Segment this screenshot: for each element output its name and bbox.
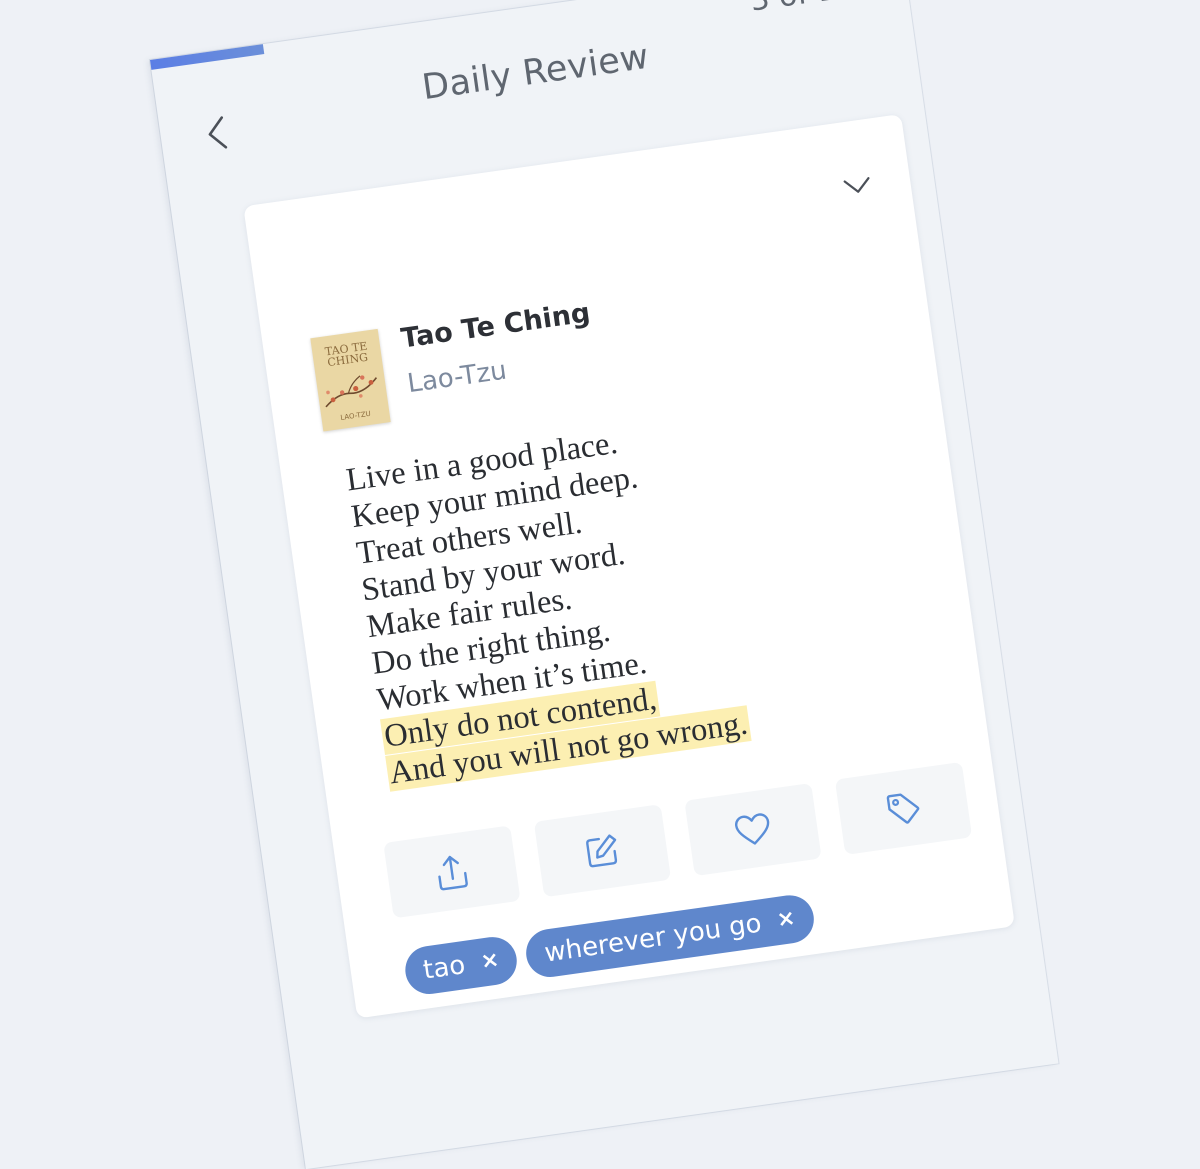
chevron-down-icon — [843, 177, 870, 193]
remove-tag-button[interactable]: × — [775, 906, 797, 933]
collapse-button[interactable] — [839, 171, 876, 201]
tag-chip[interactable]: wherever you go × — [523, 892, 817, 981]
favorite-button[interactable] — [684, 783, 822, 877]
book-title[interactable]: Tao Te Ching — [399, 297, 592, 354]
book-cover: TAO TE CHING LAO-TZU — [310, 328, 391, 432]
tag-icon — [886, 793, 920, 824]
tag-label: tao — [421, 950, 468, 986]
review-screen: Daily Review 3 of 13 TAO TE CHING LAO-TZ… — [150, 0, 1059, 1169]
share-icon — [438, 855, 468, 891]
heart-icon — [735, 813, 770, 845]
highlight-text: Live in a good place. Keep your mind deep… — [344, 385, 945, 793]
edit-button[interactable] — [533, 804, 672, 898]
share-button[interactable] — [383, 825, 521, 919]
progress-fill — [150, 44, 265, 70]
book-author[interactable]: Lao-Tzu — [406, 356, 509, 400]
action-bar — [383, 761, 973, 919]
highlight-card: TAO TE CHING LAO-TZU Tao Te Ching Lao-Tz… — [243, 114, 1015, 1019]
tag-chip[interactable]: tao × — [402, 933, 521, 998]
tag-label: wherever you go — [542, 908, 764, 969]
remove-tag-button[interactable]: × — [479, 947, 501, 974]
edit-icon — [586, 834, 618, 868]
tag-button[interactable] — [834, 761, 973, 855]
page-title: Daily Review — [419, 36, 652, 109]
